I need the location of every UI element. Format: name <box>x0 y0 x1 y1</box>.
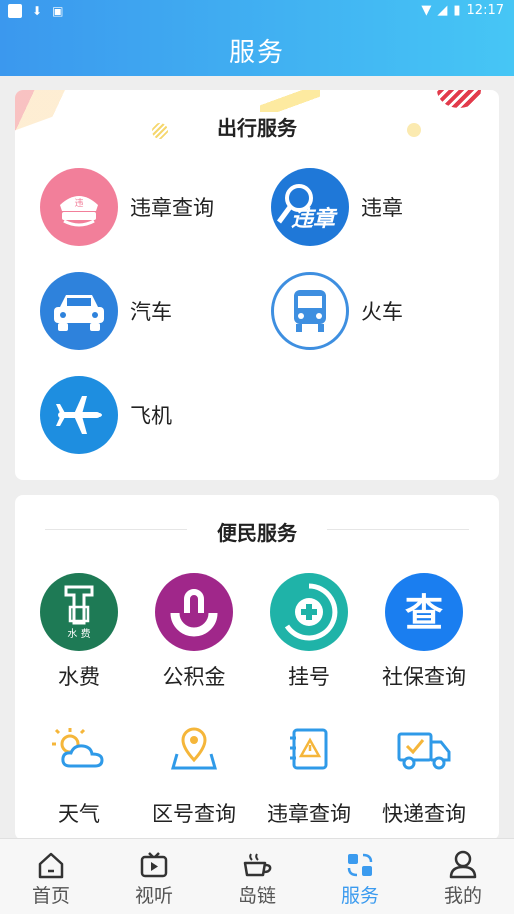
express-truck-icon <box>385 710 463 788</box>
travel-services-card: 出行服务 违 违章查询 违章 违章 汽车 火车 飞机 <box>15 90 499 480</box>
video-icon <box>103 839 205 879</box>
travel-item-label: 违章查询 <box>130 196 214 220</box>
civic-item-label: 公积金 <box>162 665 226 689</box>
civic-item-label: 挂号 <box>288 665 330 689</box>
water-bill-icon: 水 费 <box>40 573 118 651</box>
status-notifications: ⬇ ▣ <box>8 4 63 18</box>
violation-warning-icon <box>270 710 348 788</box>
services-icon <box>309 839 411 879</box>
civic-item-area-code[interactable]: 区号查询 <box>134 710 254 828</box>
decoration-stripe <box>260 90 320 112</box>
civic-item-violation-query[interactable]: 违章查询 <box>249 710 369 828</box>
civic-item-water-bill[interactable]: 水 费 水费 <box>19 573 139 691</box>
civic-item-label: 水费 <box>58 665 100 689</box>
civic-item-label: 天气 <box>58 802 100 826</box>
violation-search-icon: 违章 <box>271 168 349 246</box>
tab-label: 我的 <box>443 885 482 907</box>
housing-fund-icon <box>155 573 233 651</box>
home-icon <box>0 839 102 879</box>
police-cap-icon: 违 <box>40 168 118 246</box>
tab-label: 视听 <box>134 885 173 907</box>
civic-item-label: 社保查询 <box>382 665 466 689</box>
svg-text:违章: 违章 <box>291 206 338 232</box>
tab-services[interactable]: 服务 <box>309 839 411 914</box>
battery-icon: ▮ <box>453 3 461 18</box>
area-code-icon <box>155 710 233 788</box>
tab-island-chain[interactable]: 岛链 <box>206 839 308 914</box>
decoration-red-ball <box>437 90 481 108</box>
travel-item-airplane[interactable]: 飞机 <box>40 376 172 454</box>
travel-item-car[interactable]: 汽车 <box>40 272 172 350</box>
tab-label: 服务 <box>340 885 379 907</box>
travel-item-label: 火车 <box>361 300 403 324</box>
civic-item-hospital-register[interactable]: 挂号 <box>249 573 369 691</box>
train-icon <box>271 272 349 350</box>
tab-profile[interactable]: 我的 <box>412 839 514 914</box>
tab-home[interactable]: 首页 <box>0 839 102 914</box>
hospital-register-icon <box>270 573 348 651</box>
travel-item-label: 飞机 <box>130 404 172 428</box>
svg-text:水 费: 水 费 <box>67 627 90 640</box>
app-notification-icon: ▣ <box>52 4 64 18</box>
page-title: 服务 <box>228 38 285 68</box>
bottom-tab-bar: 首页 视听 岛链 服务 我的 <box>0 838 514 914</box>
clock: 12:17 <box>466 3 504 18</box>
travel-item-label: 汽车 <box>130 300 172 324</box>
civic-services-card: 便民服务 水 费 水费 公积金 挂号 查 社保查询 天气 区号查询 违章查询 快… <box>15 495 499 840</box>
wifi-icon: ▼ <box>421 3 432 18</box>
civic-item-label: 违章查询 <box>267 802 351 826</box>
coffee-icon <box>206 839 308 879</box>
svg-text:查: 查 <box>405 591 443 635</box>
airplane-icon <box>40 376 118 454</box>
travel-item-train[interactable]: 火车 <box>271 272 403 350</box>
tab-video[interactable]: 视听 <box>103 839 205 914</box>
tab-label: 岛链 <box>237 885 276 907</box>
tab-label: 首页 <box>31 885 70 907</box>
travel-item-violation-query[interactable]: 违 违章查询 <box>40 168 214 246</box>
svg-text:违: 违 <box>74 198 83 209</box>
civic-item-label: 区号查询 <box>152 802 236 826</box>
status-bar: ⬇ ▣ ▼ ◢ ▮ 12:17 <box>0 0 514 24</box>
civic-item-social-security[interactable]: 查 社保查询 <box>364 573 484 691</box>
status-system: ▼ ◢ ▮ 12:17 <box>421 3 504 18</box>
travel-section-title: 出行服务 <box>217 116 297 140</box>
download-icon: ⬇ <box>32 4 43 18</box>
civic-item-express[interactable]: 快递查询 <box>364 710 484 828</box>
user-icon <box>412 839 514 879</box>
car-icon <box>40 272 118 350</box>
civic-item-weather[interactable]: 天气 <box>19 710 139 828</box>
header: 服务 <box>0 24 514 76</box>
social-security-icon: 查 <box>385 573 463 651</box>
travel-item-violation[interactable]: 违章 违章 <box>271 168 403 246</box>
signal-icon: ◢ <box>437 3 448 18</box>
civic-section-title: 便民服务 <box>217 521 297 545</box>
travel-item-label: 违章 <box>361 196 403 220</box>
notification-square-icon <box>8 4 22 18</box>
civic-item-label: 快递查询 <box>382 802 466 826</box>
civic-item-housing-fund[interactable]: 公积金 <box>134 573 254 691</box>
weather-icon <box>40 710 118 788</box>
